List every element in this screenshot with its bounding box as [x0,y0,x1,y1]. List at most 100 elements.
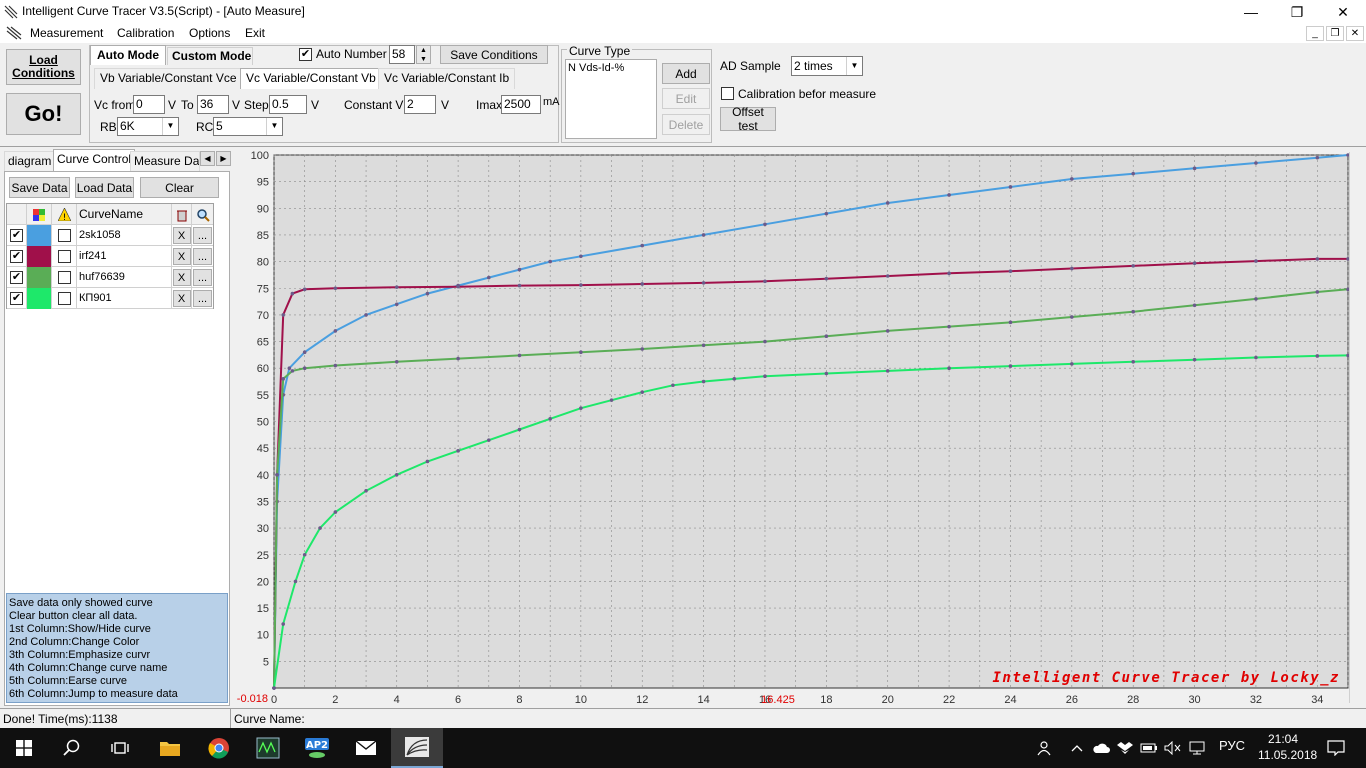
imax-field[interactable]: 2500 [501,95,541,114]
task-view-icon[interactable] [96,728,144,768]
curve-type-list[interactable]: N Vds-Id-% [565,59,657,139]
tab-scroll-right[interactable]: ▶ [216,151,231,166]
table-row[interactable]: ✔ КП901 X... [7,288,213,309]
ap2-app-icon[interactable]: AP2 [293,728,341,768]
ad-sample-select[interactable]: 2 times ▼ [791,56,863,76]
jump-to-data-button[interactable]: ... [193,269,212,286]
vc-from-field[interactable]: 0 [133,95,165,114]
mdi-restore-button[interactable]: ❐ [1326,26,1344,41]
curve-name-cell[interactable]: КП901 [77,288,172,309]
close-button[interactable]: ✕ [1320,0,1366,24]
table-row[interactable]: ✔ irf241 X... [7,246,213,267]
search-icon[interactable] [48,728,96,768]
edit-button[interactable]: Edit [662,88,710,109]
erase-curve-button[interactable]: X [172,227,191,244]
curve-name-cell[interactable]: huf76639 [77,267,172,288]
dropbox-icon[interactable] [1114,728,1136,768]
y-tick-label: 75 [257,283,269,295]
show-curve-checkbox[interactable]: ✔ [10,292,23,305]
rc-select[interactable]: 5 ▼ [213,117,283,136]
table-row[interactable]: ✔ huf76639 X... [7,267,213,288]
delete-button[interactable]: Delete [662,114,710,135]
oscilloscope-app-icon[interactable] [244,728,292,768]
offset-test-button[interactable]: Offset test [720,105,776,133]
curve-color-swatch[interactable] [27,267,52,288]
jump-to-data-button[interactable]: ... [193,227,212,244]
emphasize-checkbox[interactable] [57,292,71,305]
load-conditions-button[interactable]: Load Conditions [6,49,81,85]
tab-curve-control[interactable]: Curve Control [53,149,136,171]
maximize-button[interactable]: ❐ [1274,0,1320,24]
step-field[interactable]: 0.5 [269,95,307,114]
show-curve-checkbox[interactable]: ✔ [10,250,23,263]
go-button[interactable]: Go! [6,93,81,135]
minimize-button[interactable]: — [1228,0,1274,24]
mail-icon[interactable] [342,728,390,768]
file-explorer-icon[interactable] [146,728,194,768]
auto-number-field[interactable]: 58 [389,45,415,64]
auto-number-spinner[interactable]: ▲ ▼ [416,45,431,64]
jump-to-data-button[interactable]: ... [193,290,212,307]
menu-exit[interactable]: Exit [245,26,265,40]
curve-name-cell[interactable]: irf241 [77,246,172,267]
show-curve-checkbox[interactable]: ✔ [10,271,23,284]
chevron-up-icon[interactable] [1066,728,1088,768]
data-point [640,243,645,248]
erase-curve-button[interactable]: X [172,248,191,265]
jump-to-data-button[interactable]: ... [193,248,212,265]
tab-scroll-left[interactable]: ◀ [200,151,215,166]
onedrive-icon[interactable] [1090,728,1112,768]
curve-chart[interactable]: 5101520253035404550556065707580859095100… [232,147,1366,708]
curve-color-swatch[interactable] [27,225,52,246]
menu-options[interactable]: Options [189,26,230,40]
emphasize-checkbox[interactable] [57,271,71,284]
add-button[interactable]: Add [662,63,710,84]
to-field[interactable]: 36 [197,95,229,114]
show-curve-checkbox[interactable]: ✔ [10,229,23,242]
constant-vb-unit: V [441,98,450,112]
data-point [487,438,491,442]
menu-calibration[interactable]: Calibration [117,26,174,40]
language-indicator[interactable]: РУС [1219,738,1245,753]
curve-name-cell[interactable]: 2sk1058 [77,225,172,246]
subtab-vc-variable-ib[interactable]: Vc Variable/Constant Ib [378,68,516,89]
mdi-close-button[interactable]: ✕ [1346,26,1364,41]
curve-color-swatch[interactable] [27,246,52,267]
curve-color-swatch[interactable] [27,288,52,309]
network-icon[interactable] [1186,728,1208,768]
auto-number-checkbox[interactable]: ✔ [299,48,312,61]
tab-auto-mode[interactable]: Auto Mode [90,45,166,65]
erase-curve-button[interactable]: X [172,290,191,307]
mdi-minimize-button[interactable]: _ [1306,26,1324,41]
save-conditions-button[interactable]: Save Conditions [440,45,548,64]
tab-measure-data[interactable]: Measure Data [130,151,200,171]
windows-start-icon[interactable] [0,728,48,768]
y-tick-label: 35 [257,496,269,508]
save-data-button[interactable]: Save Data [9,177,70,198]
notification-icon[interactable] [1316,728,1356,768]
menu-measurement[interactable]: Measurement [30,26,103,40]
volume-muted-icon[interactable] [1162,728,1184,768]
clock[interactable]: 21:04 11.05.2018 [1258,731,1317,763]
table-row[interactable]: ✔ 2sk1058 X... [7,225,213,246]
curve-tracer-taskbar-icon[interactable] [391,728,443,768]
vertical-scrollbar[interactable] [1349,152,1366,703]
clear-button[interactable]: Clear [140,177,219,198]
subtab-vc-variable-vb[interactable]: Vc Variable/Constant Vb [240,68,382,89]
chrome-icon[interactable] [195,728,243,768]
erase-curve-button[interactable]: X [172,269,191,286]
tab-diagram[interactable]: diagram [4,151,56,171]
subtab-vb-variable[interactable]: Vb Variable/Constant Vce [94,68,243,89]
load-data-button[interactable]: Load Data [75,177,134,198]
constant-vb-field[interactable]: 2 [404,95,436,114]
rb-select[interactable]: 6K ▼ [117,117,179,136]
emphasize-checkbox[interactable] [57,250,71,263]
data-point [1192,261,1197,265]
curve-type-item[interactable]: N Vds-Id-% [568,62,624,74]
emphasize-checkbox[interactable] [57,229,71,242]
calibration-checkbox[interactable] [721,87,734,100]
battery-icon[interactable] [1138,728,1160,768]
people-icon[interactable] [1030,728,1056,768]
tab-custom-mode[interactable]: Custom Mode [167,47,253,65]
x-tick-label: 28 [1127,694,1139,706]
